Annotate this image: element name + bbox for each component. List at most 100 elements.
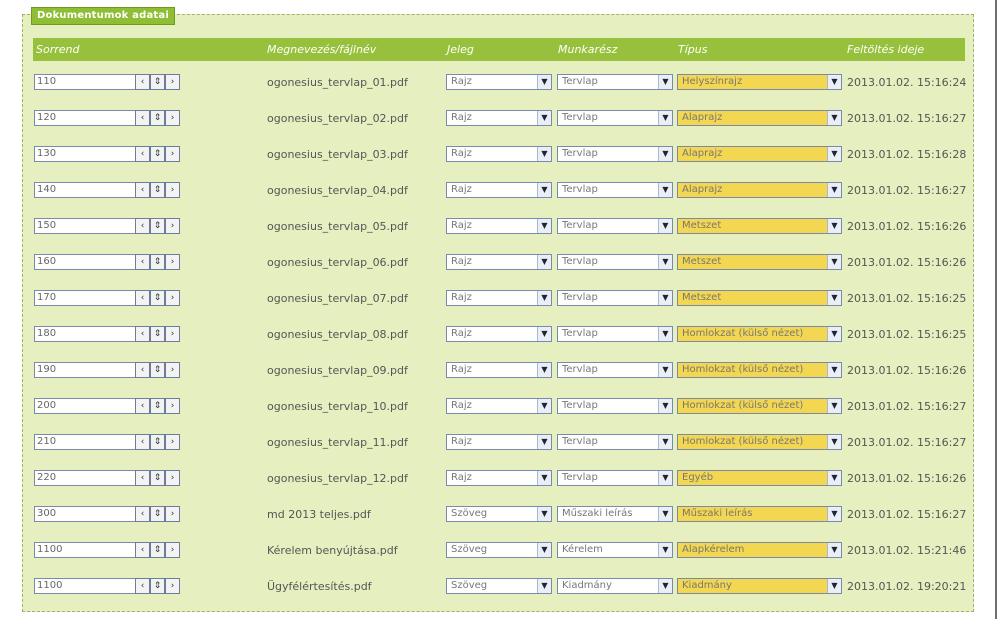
chevron-down-icon[interactable]: ▼ bbox=[537, 399, 551, 413]
mark-select[interactable]: Rajz ▼ bbox=[446, 398, 552, 414]
chevron-down-icon[interactable]: ▼ bbox=[827, 147, 841, 161]
work-select[interactable]: Tervlap ▼ bbox=[557, 362, 673, 378]
work-select[interactable]: Tervlap ▼ bbox=[557, 470, 673, 486]
type-select[interactable]: Alapkérelem ▼ bbox=[677, 542, 842, 558]
chevron-down-icon[interactable]: ▼ bbox=[537, 579, 551, 593]
chevron-down-icon[interactable]: ▼ bbox=[658, 75, 672, 89]
spin-left-icon[interactable]: ‹ bbox=[135, 146, 150, 162]
spin-updown-icon[interactable]: ⇕ bbox=[150, 290, 165, 306]
chevron-down-icon[interactable]: ▼ bbox=[658, 111, 672, 125]
spin-right-icon[interactable]: › bbox=[165, 218, 180, 234]
type-select[interactable]: Kiadmány ▼ bbox=[677, 578, 842, 594]
spin-right-icon[interactable]: › bbox=[165, 506, 180, 522]
chevron-down-icon[interactable]: ▼ bbox=[827, 507, 841, 521]
spin-left-icon[interactable]: ‹ bbox=[135, 506, 150, 522]
chevron-down-icon[interactable]: ▼ bbox=[827, 111, 841, 125]
spin-updown-icon[interactable]: ⇕ bbox=[150, 254, 165, 270]
type-select[interactable]: Egyéb ▼ bbox=[677, 470, 842, 486]
spin-right-icon[interactable]: › bbox=[165, 182, 180, 198]
spin-left-icon[interactable]: ‹ bbox=[135, 398, 150, 414]
spin-right-icon[interactable]: › bbox=[165, 578, 180, 594]
chevron-down-icon[interactable]: ▼ bbox=[827, 75, 841, 89]
chevron-down-icon[interactable]: ▼ bbox=[827, 291, 841, 305]
work-select[interactable]: Tervlap ▼ bbox=[557, 326, 673, 342]
spin-updown-icon[interactable]: ⇕ bbox=[150, 218, 165, 234]
order-input[interactable]: 300 bbox=[34, 506, 138, 522]
spin-right-icon[interactable]: › bbox=[165, 110, 180, 126]
mark-select[interactable]: Rajz ▼ bbox=[446, 470, 552, 486]
order-input[interactable]: 180 bbox=[34, 326, 138, 342]
spin-left-icon[interactable]: ‹ bbox=[135, 470, 150, 486]
order-input[interactable]: 1100 bbox=[34, 578, 138, 594]
mark-select[interactable]: Rajz ▼ bbox=[446, 290, 552, 306]
mark-select[interactable]: Rajz ▼ bbox=[446, 362, 552, 378]
chevron-down-icon[interactable]: ▼ bbox=[827, 327, 841, 341]
mark-select[interactable]: Rajz ▼ bbox=[446, 146, 552, 162]
mark-select[interactable]: Szöveg ▼ bbox=[446, 578, 552, 594]
mark-select[interactable]: Rajz ▼ bbox=[446, 254, 552, 270]
chevron-down-icon[interactable]: ▼ bbox=[827, 579, 841, 593]
chevron-down-icon[interactable]: ▼ bbox=[827, 363, 841, 377]
type-select[interactable]: Helyszínrajz ▼ bbox=[677, 74, 842, 90]
spin-right-icon[interactable]: › bbox=[165, 326, 180, 342]
chevron-down-icon[interactable]: ▼ bbox=[537, 543, 551, 557]
spin-updown-icon[interactable]: ⇕ bbox=[150, 470, 165, 486]
order-input[interactable]: 120 bbox=[34, 110, 138, 126]
spin-updown-icon[interactable]: ⇕ bbox=[150, 506, 165, 522]
type-select[interactable]: Metszet ▼ bbox=[677, 254, 842, 270]
order-input[interactable]: 130 bbox=[34, 146, 138, 162]
spin-updown-icon[interactable]: ⇕ bbox=[150, 362, 165, 378]
order-input[interactable]: 210 bbox=[34, 434, 138, 450]
chevron-down-icon[interactable]: ▼ bbox=[658, 291, 672, 305]
order-input[interactable]: 140 bbox=[34, 182, 138, 198]
work-select[interactable]: Kiadmány ▼ bbox=[557, 578, 673, 594]
type-select[interactable]: Homlokzat (külső nézet) ▼ bbox=[677, 434, 842, 450]
chevron-down-icon[interactable]: ▼ bbox=[537, 327, 551, 341]
work-select[interactable]: Tervlap ▼ bbox=[557, 182, 673, 198]
order-input[interactable]: 150 bbox=[34, 218, 138, 234]
order-input[interactable]: 220 bbox=[34, 470, 138, 486]
work-select[interactable]: Műszaki leírás ▼ bbox=[557, 506, 673, 522]
chevron-down-icon[interactable]: ▼ bbox=[658, 543, 672, 557]
chevron-down-icon[interactable]: ▼ bbox=[658, 327, 672, 341]
type-select[interactable]: Homlokzat (külső nézet) ▼ bbox=[677, 326, 842, 342]
spin-left-icon[interactable]: ‹ bbox=[135, 110, 150, 126]
work-select[interactable]: Tervlap ▼ bbox=[557, 254, 673, 270]
chevron-down-icon[interactable]: ▼ bbox=[827, 435, 841, 449]
spin-right-icon[interactable]: › bbox=[165, 146, 180, 162]
mark-select[interactable]: Rajz ▼ bbox=[446, 110, 552, 126]
work-select[interactable]: Tervlap ▼ bbox=[557, 146, 673, 162]
spin-updown-icon[interactable]: ⇕ bbox=[150, 578, 165, 594]
order-input[interactable]: 170 bbox=[34, 290, 138, 306]
spin-left-icon[interactable]: ‹ bbox=[135, 542, 150, 558]
chevron-down-icon[interactable]: ▼ bbox=[537, 291, 551, 305]
chevron-down-icon[interactable]: ▼ bbox=[537, 183, 551, 197]
mark-select[interactable]: Szöveg ▼ bbox=[446, 542, 552, 558]
work-select[interactable]: Tervlap ▼ bbox=[557, 434, 673, 450]
spin-updown-icon[interactable]: ⇕ bbox=[150, 110, 165, 126]
chevron-down-icon[interactable]: ▼ bbox=[537, 507, 551, 521]
chevron-down-icon[interactable]: ▼ bbox=[658, 579, 672, 593]
spin-left-icon[interactable]: ‹ bbox=[135, 362, 150, 378]
chevron-down-icon[interactable]: ▼ bbox=[658, 147, 672, 161]
chevron-down-icon[interactable]: ▼ bbox=[537, 255, 551, 269]
spin-updown-icon[interactable]: ⇕ bbox=[150, 326, 165, 342]
work-select[interactable]: Tervlap ▼ bbox=[557, 218, 673, 234]
chevron-down-icon[interactable]: ▼ bbox=[827, 255, 841, 269]
chevron-down-icon[interactable]: ▼ bbox=[827, 471, 841, 485]
spin-right-icon[interactable]: › bbox=[165, 362, 180, 378]
order-input[interactable]: 1100 bbox=[34, 542, 138, 558]
type-select[interactable]: Alaprajz ▼ bbox=[677, 182, 842, 198]
work-select[interactable]: Tervlap ▼ bbox=[557, 74, 673, 90]
spin-left-icon[interactable]: ‹ bbox=[135, 182, 150, 198]
chevron-down-icon[interactable]: ▼ bbox=[537, 219, 551, 233]
spin-updown-icon[interactable]: ⇕ bbox=[150, 398, 165, 414]
spin-right-icon[interactable]: › bbox=[165, 254, 180, 270]
mark-select[interactable]: Rajz ▼ bbox=[446, 326, 552, 342]
mark-select[interactable]: Rajz ▼ bbox=[446, 434, 552, 450]
work-select[interactable]: Tervlap ▼ bbox=[557, 398, 673, 414]
type-select[interactable]: Műszaki leírás ▼ bbox=[677, 506, 842, 522]
mark-select[interactable]: Rajz ▼ bbox=[446, 218, 552, 234]
chevron-down-icon[interactable]: ▼ bbox=[827, 543, 841, 557]
order-input[interactable]: 200 bbox=[34, 398, 138, 414]
